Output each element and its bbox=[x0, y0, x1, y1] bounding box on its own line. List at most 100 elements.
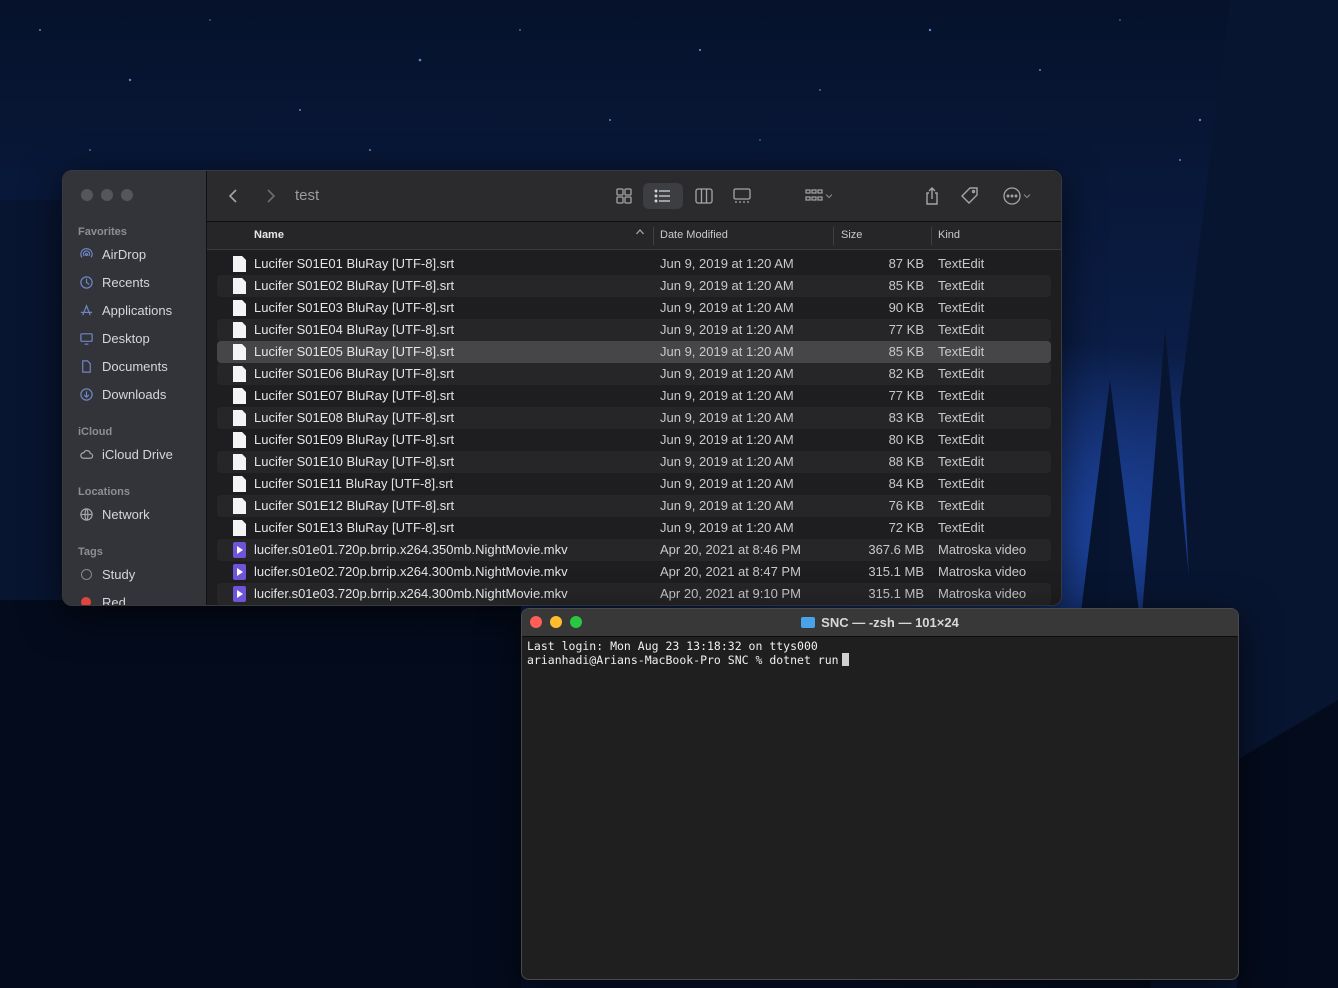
text-file-icon bbox=[233, 454, 246, 470]
icon-view-button[interactable] bbox=[609, 183, 639, 209]
file-size: 367.6 MB bbox=[868, 542, 924, 557]
file-row[interactable]: lucifer.s01e03.720p.brrip.x264.300mb.Nig… bbox=[217, 583, 1051, 605]
share-button[interactable] bbox=[919, 183, 945, 209]
file-row[interactable]: Lucifer S01E04 BluRay [UTF-8].srt Jun 9, … bbox=[217, 319, 1051, 341]
file-row[interactable]: lucifer.s01e01.720p.brrip.x264.350mb.Nig… bbox=[217, 539, 1051, 561]
minimize-button[interactable] bbox=[101, 189, 113, 201]
file-kind: Matroska video bbox=[938, 586, 1027, 601]
ellipsis-circle-icon bbox=[1003, 187, 1021, 205]
list-view-button[interactable] bbox=[643, 183, 683, 209]
file-name: Lucifer S01E03 BluRay [UTF-8].srt bbox=[254, 300, 455, 315]
file-name: Lucifer S01E01 BluRay [UTF-8].srt bbox=[254, 256, 455, 271]
terminal-line-last-login: Last login: Mon Aug 23 13:18:32 on ttys0… bbox=[527, 639, 818, 653]
file-size: 88 KB bbox=[888, 454, 924, 469]
file-kind: TextEdit bbox=[938, 366, 985, 381]
sidebar-item-label: Recents bbox=[102, 274, 150, 290]
close-button[interactable] bbox=[81, 189, 93, 201]
column-divider bbox=[833, 227, 834, 245]
text-file-icon bbox=[233, 432, 246, 448]
text-file-icon bbox=[233, 344, 246, 360]
sidebar-item-tag-study[interactable]: Study bbox=[78, 563, 135, 585]
sidebar-section-locations: Locations bbox=[78, 486, 130, 498]
more-actions-button[interactable] bbox=[997, 183, 1037, 209]
sidebar-item-label: Study bbox=[102, 566, 136, 582]
file-row[interactable]: lucifer.s01e02.720p.brrip.x264.300mb.Nig… bbox=[217, 561, 1051, 583]
column-header-date-modified[interactable]: Date Modified bbox=[660, 229, 728, 241]
file-date-modified: Apr 20, 2021 at 8:46 PM bbox=[660, 542, 801, 557]
zoom-button[interactable] bbox=[121, 189, 133, 201]
clock-icon bbox=[78, 274, 94, 290]
sidebar-item-downloads[interactable]: Downloads bbox=[78, 383, 166, 405]
window-title: test bbox=[295, 187, 320, 204]
file-size: 84 KB bbox=[888, 476, 924, 491]
terminal-output[interactable]: Last login: Mon Aug 23 13:18:32 on ttys0… bbox=[527, 639, 849, 667]
applications-icon bbox=[78, 302, 94, 318]
sidebar-item-recents[interactable]: Recents bbox=[78, 271, 150, 293]
video-file-icon bbox=[233, 542, 246, 558]
sidebar-section-icloud: iCloud bbox=[78, 426, 113, 438]
file-row[interactable]: Lucifer S01E13 BluRay [UTF-8].srt Jun 9, … bbox=[217, 517, 1051, 539]
file-row[interactable]: Lucifer S01E10 BluRay [UTF-8].srt Jun 9, … bbox=[217, 451, 1051, 473]
file-kind: TextEdit bbox=[938, 300, 985, 315]
column-header-name[interactable]: Name bbox=[254, 229, 284, 241]
column-view-button[interactable] bbox=[687, 183, 721, 209]
file-date-modified: Jun 9, 2019 at 1:20 AM bbox=[660, 344, 794, 359]
sidebar-item-documents[interactable]: Documents bbox=[78, 355, 168, 377]
file-row[interactable]: Lucifer S01E02 BluRay [UTF-8].srt Jun 9, … bbox=[217, 275, 1051, 297]
group-icon bbox=[805, 189, 823, 201]
file-kind: TextEdit bbox=[938, 454, 985, 469]
sidebar-item-airdrop[interactable]: AirDrop bbox=[78, 243, 146, 265]
terminal-window: SNC — -zsh — 101×24 Last login: Mon Aug … bbox=[521, 608, 1239, 980]
file-date-modified: Jun 9, 2019 at 1:20 AM bbox=[660, 498, 794, 513]
back-button[interactable] bbox=[223, 183, 245, 209]
file-row[interactable]: Lucifer S01E07 BluRay [UTF-8].srt Jun 9, … bbox=[217, 385, 1051, 407]
file-row[interactable]: Lucifer S01E06 BluRay [UTF-8].srt Jun 9, … bbox=[217, 363, 1051, 385]
file-name: Lucifer S01E08 BluRay [UTF-8].srt bbox=[254, 410, 455, 425]
file-size: 82 KB bbox=[888, 366, 924, 381]
gallery-view-button[interactable] bbox=[725, 183, 759, 209]
group-by-button[interactable] bbox=[799, 183, 839, 209]
column-header-kind[interactable]: Kind bbox=[938, 229, 960, 241]
sidebar-item-icloud-drive[interactable]: iCloud Drive bbox=[78, 443, 173, 465]
sidebar-item-network[interactable]: Network bbox=[78, 503, 150, 525]
file-size: 315.1 MB bbox=[868, 564, 924, 579]
file-row[interactable]: Lucifer S01E01 BluRay [UTF-8].srt Jun 9, … bbox=[217, 253, 1051, 275]
file-size: 77 KB bbox=[888, 322, 924, 337]
folder-icon bbox=[801, 617, 816, 628]
file-row[interactable]: Lucifer S01E03 BluRay [UTF-8].srt Jun 9, … bbox=[217, 297, 1051, 319]
file-name: lucifer.s01e01.720p.brrip.x264.350mb.Nig… bbox=[254, 542, 568, 557]
file-size: 85 KB bbox=[888, 278, 924, 293]
forward-button[interactable] bbox=[259, 183, 281, 209]
column-header-size[interactable]: Size bbox=[841, 229, 862, 241]
sidebar-item-label: Red bbox=[102, 594, 126, 606]
finder-toolbar: test bbox=[207, 171, 1061, 222]
file-row[interactable]: Lucifer S01E08 BluRay [UTF-8].srt Jun 9, … bbox=[217, 407, 1051, 429]
desktop-icon bbox=[78, 330, 94, 346]
tag-dot-icon bbox=[78, 594, 94, 605]
chevron-right-icon bbox=[267, 189, 276, 203]
tag-button[interactable] bbox=[957, 183, 983, 209]
sidebar-item-tag-red[interactable]: Red bbox=[78, 591, 126, 606]
file-size: 83 KB bbox=[888, 410, 924, 425]
sidebar-item-desktop[interactable]: Desktop bbox=[78, 327, 150, 349]
sidebar-item-label: Network bbox=[102, 506, 150, 522]
sidebar-section-favorites: Favorites bbox=[78, 226, 127, 238]
columns-icon bbox=[695, 188, 713, 204]
file-row[interactable]: Lucifer S01E05 BluRay [UTF-8].srt Jun 9, … bbox=[217, 341, 1051, 363]
file-date-modified: Jun 9, 2019 at 1:20 AM bbox=[660, 520, 794, 535]
file-date-modified: Jun 9, 2019 at 1:20 AM bbox=[660, 322, 794, 337]
file-date-modified: Jun 9, 2019 at 1:20 AM bbox=[660, 300, 794, 315]
file-name: Lucifer S01E04 BluRay [UTF-8].srt bbox=[254, 322, 455, 337]
file-kind: TextEdit bbox=[938, 410, 985, 425]
sidebar-item-applications[interactable]: Applications bbox=[78, 299, 172, 321]
file-row[interactable]: Lucifer S01E09 BluRay [UTF-8].srt Jun 9, … bbox=[217, 429, 1051, 451]
text-file-icon bbox=[233, 498, 246, 514]
sort-ascending-icon bbox=[635, 227, 645, 240]
file-row[interactable]: Lucifer S01E11 BluRay [UTF-8].srt Jun 9, … bbox=[217, 473, 1051, 495]
text-file-icon bbox=[233, 322, 246, 338]
file-kind: TextEdit bbox=[938, 344, 985, 359]
file-row[interactable]: Lucifer S01E12 BluRay [UTF-8].srt Jun 9, … bbox=[217, 495, 1051, 517]
finder-content: test Name Date Modified Size Kind Lucife… bbox=[207, 171, 1061, 605]
file-size: 85 KB bbox=[888, 344, 924, 359]
sidebar-item-label: Desktop bbox=[102, 330, 150, 346]
